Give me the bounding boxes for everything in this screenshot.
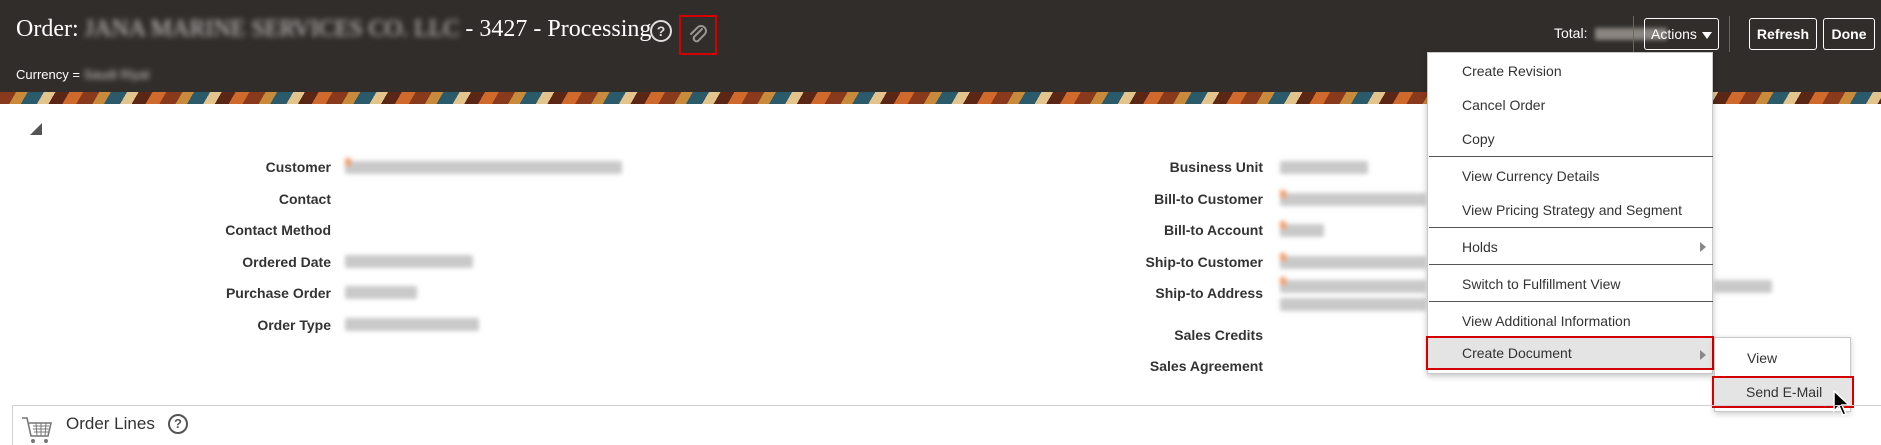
order-lines-section xyxy=(12,405,1881,445)
attachment-icon[interactable] xyxy=(688,24,708,46)
help-icon[interactable]: ? xyxy=(168,414,188,434)
bill-to-customer-label: Bill-to Customer xyxy=(1154,191,1263,207)
menu-item-cancel-order[interactable]: Cancel Order xyxy=(1428,88,1712,122)
contact-method-label: Contact Method xyxy=(225,222,331,238)
ship-to-customer-label: Ship-to Customer xyxy=(1145,254,1263,270)
bill-to-account-label: Bill-to Account xyxy=(1163,222,1263,238)
currency-label: Currency = xyxy=(16,67,80,82)
ordered-date-value xyxy=(345,255,473,268)
total-label: Total: xyxy=(1554,25,1588,41)
ship-to-address-value[interactable] xyxy=(1280,277,1426,293)
currency-info: Currency = Saudi Riyal xyxy=(16,67,149,82)
menu-item-create-document-label: Create Document xyxy=(1462,345,1572,361)
menu-divider xyxy=(1429,156,1713,157)
menu-item-view-additional-info[interactable]: View Additional Information xyxy=(1428,304,1712,338)
purchase-order-label: Purchase Order xyxy=(225,285,331,301)
ordered-date-label: Ordered Date xyxy=(242,254,331,270)
currency-value: Saudi Riyal xyxy=(83,67,150,82)
collapse-triangle-icon[interactable] xyxy=(30,123,42,135)
menu-divider xyxy=(1429,227,1713,228)
menu-item-create-document[interactable]: Create Document xyxy=(1426,336,1714,370)
cart-icon xyxy=(22,417,53,443)
refresh-button[interactable]: Refresh xyxy=(1749,18,1817,50)
order-type-value xyxy=(345,318,479,331)
help-icon[interactable]: ? xyxy=(650,20,672,42)
actions-label: Actions xyxy=(1651,26,1697,42)
submenu-arrow-icon xyxy=(1700,350,1706,360)
submenu-item-view[interactable]: View xyxy=(1715,342,1850,374)
business-unit-label: Business Unit xyxy=(1169,159,1263,175)
order-type-label: Order Type xyxy=(257,317,331,333)
order-prefix: Order: xyxy=(16,16,79,42)
ship-to-address-tail xyxy=(1714,280,1772,293)
menu-divider xyxy=(1429,264,1713,265)
sales-credits-label: Sales Credits xyxy=(1174,327,1263,343)
create-document-submenu: View Send E-Mail xyxy=(1712,337,1854,412)
dropdown-arrow-icon xyxy=(1702,32,1712,39)
menu-item-copy[interactable]: Copy xyxy=(1428,122,1712,156)
purchase-order-value xyxy=(345,286,417,299)
menu-item-holds-label: Holds xyxy=(1462,239,1498,255)
bill-to-customer-value[interactable] xyxy=(1280,190,1426,206)
order-status: - 3427 - Processing xyxy=(465,16,652,42)
menu-item-switch-fulfillment-view[interactable]: Switch to Fulfillment View xyxy=(1428,267,1712,301)
submenu-arrow-icon xyxy=(1700,242,1706,252)
header-divider xyxy=(1729,16,1730,52)
actions-button[interactable]: Actions xyxy=(1644,18,1719,50)
menu-divider xyxy=(1429,301,1713,302)
page-title: Order: JANA MARINE SERVICES CO. LLC - 34… xyxy=(16,16,651,43)
bill-to-account-value[interactable] xyxy=(1280,221,1324,237)
menu-item-view-pricing-strategy[interactable]: View Pricing Strategy and Segment xyxy=(1428,193,1712,227)
ship-to-customer-value[interactable] xyxy=(1280,253,1426,269)
menu-item-view-currency-details[interactable]: View Currency Details xyxy=(1428,159,1712,193)
ship-to-address-label: Ship-to Address xyxy=(1155,285,1263,301)
contact-label: Contact xyxy=(278,191,331,207)
business-unit-value xyxy=(1280,161,1368,174)
menu-item-create-revision[interactable]: Create Revision xyxy=(1428,54,1712,88)
header-divider xyxy=(1633,16,1634,52)
customer-name: JANA MARINE SERVICES CO. LLC xyxy=(84,16,460,42)
menu-item-holds[interactable]: Holds xyxy=(1428,230,1712,264)
customer-value[interactable] xyxy=(345,158,622,174)
done-button[interactable]: Done xyxy=(1823,18,1875,50)
customer-label: Customer xyxy=(265,159,331,175)
ship-to-address-line2 xyxy=(1280,298,1426,311)
actions-menu: Create Revision Cancel Order Copy View C… xyxy=(1426,52,1714,374)
order-lines-title: Order Lines xyxy=(66,414,155,433)
sales-agreement-label: Sales Agreement xyxy=(1149,358,1263,374)
